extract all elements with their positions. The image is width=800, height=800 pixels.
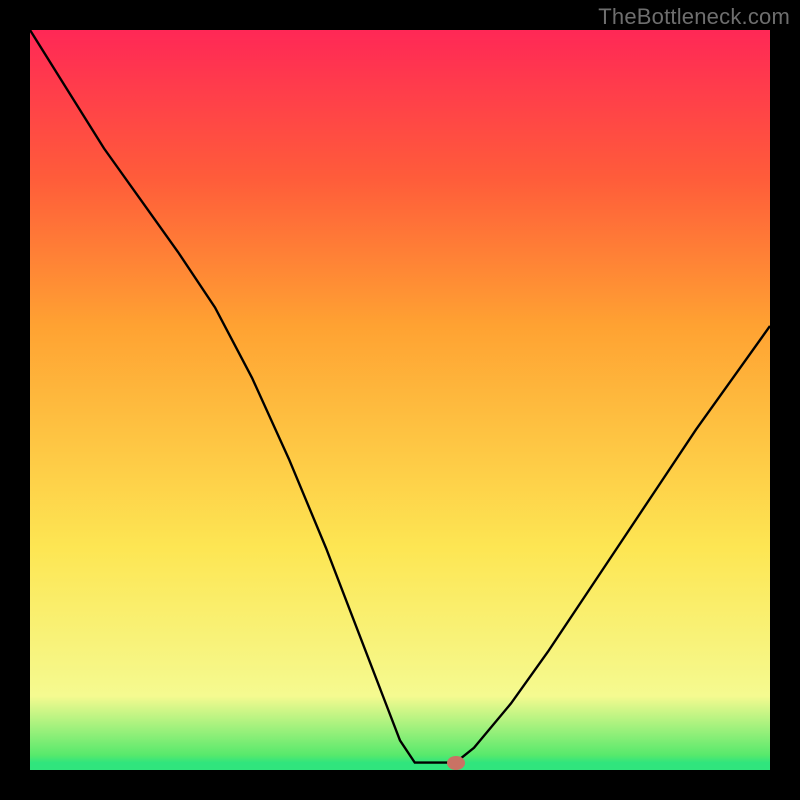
optimum-marker: [447, 756, 465, 770]
curve-svg: [30, 30, 770, 770]
plot-area: [30, 30, 770, 770]
bottleneck-curve: [30, 30, 770, 763]
watermark-text: TheBottleneck.com: [598, 4, 790, 30]
chart-container: TheBottleneck.com: [0, 0, 800, 800]
